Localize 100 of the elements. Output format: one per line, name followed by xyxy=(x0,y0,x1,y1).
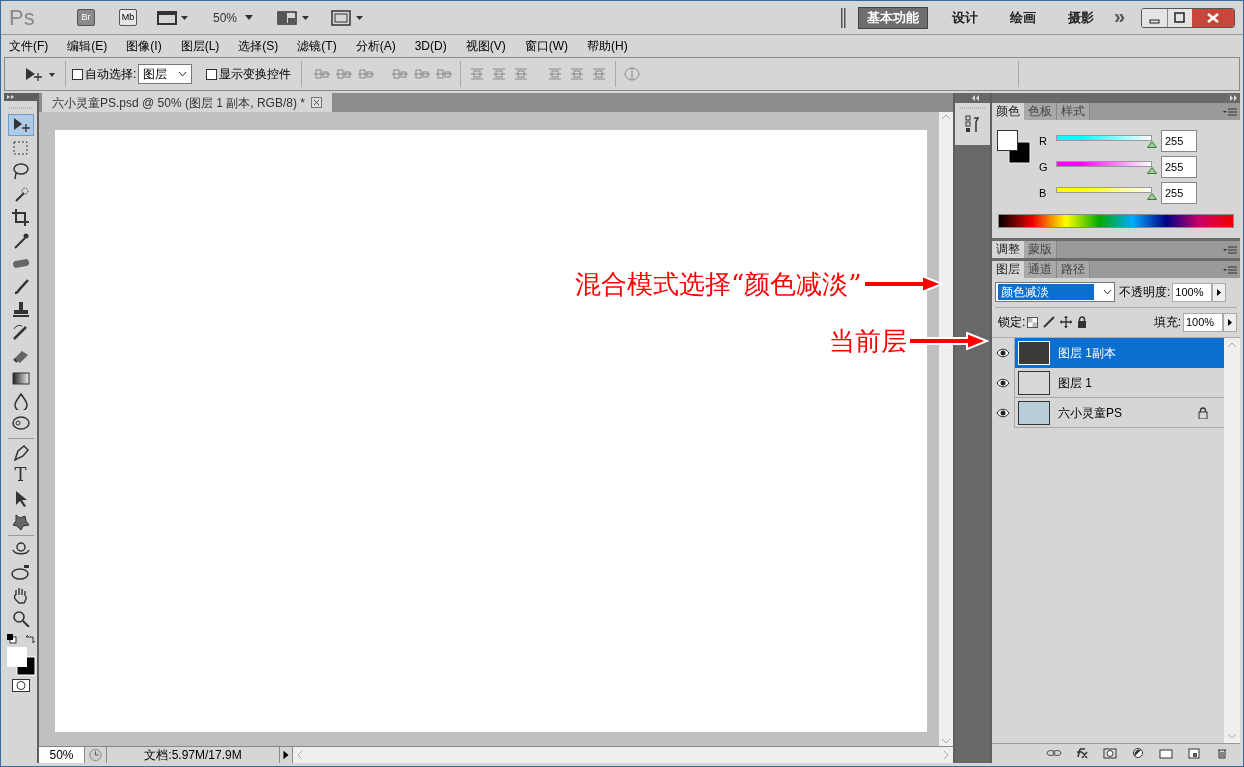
channel-value-field[interactable]: 255 xyxy=(1161,182,1197,204)
zoom-icon xyxy=(10,609,31,627)
color-swatches-icon[interactable] xyxy=(4,646,37,676)
slider-thumb-icon[interactable] xyxy=(1147,167,1157,174)
lock-icon[interactable] xyxy=(1077,316,1088,328)
workspace-button[interactable]: 基本功能 xyxy=(857,6,928,29)
menu-item[interactable]: 帮助(H) xyxy=(585,37,630,55)
layer-row[interactable]: 图层 1 xyxy=(1015,367,1224,398)
annotation-text: 当前层 xyxy=(829,328,907,354)
layer-row[interactable]: 图层 1副本 xyxy=(1015,337,1224,368)
crop-icon xyxy=(10,208,31,226)
screen-mode-dropdown-icon[interactable] xyxy=(331,9,366,26)
slider-track[interactable] xyxy=(1056,161,1152,167)
grip-icon xyxy=(840,7,846,28)
slider-popup-icon[interactable] xyxy=(1223,312,1237,332)
target-dropdown[interactable]: 图层 xyxy=(138,64,193,84)
opacity-field[interactable]: 100% xyxy=(1172,282,1213,302)
checkbox[interactable] xyxy=(72,68,83,80)
default-colors-icon[interactable] xyxy=(6,634,17,644)
opacity-label: 不透明度: xyxy=(1119,284,1171,301)
menu-item[interactable]: 分析(A) xyxy=(353,37,398,55)
panel-tab[interactable]: 路径 xyxy=(1057,261,1090,278)
maximize-icon[interactable] xyxy=(1167,8,1192,27)
layout-dropdown-icon[interactable] xyxy=(277,9,312,26)
zoom-field[interactable]: 50% xyxy=(39,747,85,763)
panel-tab[interactable]: 调整 xyxy=(992,241,1024,258)
show-transform-label: 显示变换控件 xyxy=(219,66,292,83)
scroll-right-icon xyxy=(944,751,949,759)
panel-tab[interactable]: 色板 xyxy=(1024,103,1057,120)
transparency-lock-icon[interactable] xyxy=(1027,316,1039,328)
layer-name: 六小灵童PS xyxy=(1058,404,1123,422)
document-size: 文档:5.97M/17.9M xyxy=(143,747,243,763)
type-tool-button[interactable]: T xyxy=(7,464,34,486)
new-layer-icon[interactable] xyxy=(1186,748,1202,759)
menu-item[interactable]: 视图(V) xyxy=(463,37,508,55)
minimize-icon[interactable] xyxy=(1142,8,1167,27)
tool-button[interactable] xyxy=(7,114,34,136)
fill-field[interactable]: 100% xyxy=(1183,312,1223,332)
menu-item[interactable]: 文件(F) xyxy=(7,37,51,55)
history-panel-icon[interactable] xyxy=(964,115,981,133)
channel-value-field[interactable]: 255 xyxy=(1161,130,1197,152)
swap-colors-icon[interactable] xyxy=(24,634,35,644)
menu-item[interactable]: 选择(S) xyxy=(236,37,281,55)
eye-icon xyxy=(996,407,1010,418)
menu-item[interactable]: 滤镜(T) xyxy=(295,37,339,55)
channel-label: R xyxy=(1039,133,1048,149)
film-frame-dropdown-icon[interactable] xyxy=(157,9,189,26)
color-spectrum-bar[interactable] xyxy=(998,214,1234,228)
layer-row[interactable]: 六小灵童PS xyxy=(1015,397,1224,428)
chevron-down-icon xyxy=(178,71,188,77)
mask-icon[interactable] xyxy=(1102,748,1118,759)
auto-select-label: 自动选择: xyxy=(85,66,137,83)
fx-icon[interactable] xyxy=(1074,748,1090,759)
expand-panel-icon[interactable] xyxy=(4,93,37,101)
panel-tab[interactable]: 通道 xyxy=(1024,261,1057,278)
lasso-icon xyxy=(10,162,31,180)
slider-thumb-icon[interactable] xyxy=(1147,141,1157,148)
panel-tab[interactable]: 蒙版 xyxy=(1024,241,1057,258)
panel-tab[interactable]: 图层 xyxy=(992,261,1024,278)
panel-tab[interactable]: 颜色 xyxy=(992,103,1024,120)
annotation-text: 混合模式选择“颜色减淡” xyxy=(575,271,862,297)
scroll-down-icon xyxy=(1228,734,1236,739)
link-icon[interactable] xyxy=(1046,748,1062,759)
close-icon[interactable] xyxy=(310,97,322,108)
quick-mask-icon[interactable] xyxy=(11,679,30,692)
document-tab[interactable]: 六小灵童PS.psd @ 50% (图层 1 副本, RGB/8) * xyxy=(42,93,332,112)
horizontal-scrollbar[interactable] xyxy=(293,747,953,763)
checkbox[interactable] xyxy=(206,68,218,80)
brush-icon[interactable] xyxy=(1043,316,1056,328)
slider-thumb-icon[interactable] xyxy=(1147,193,1157,200)
move-tool-preset-icon[interactable] xyxy=(23,66,57,82)
folder-icon[interactable] xyxy=(1158,748,1174,759)
more-workspaces-button[interactable]: » xyxy=(1113,5,1125,26)
visibility-toggle[interactable] xyxy=(992,337,1015,368)
workspace-button[interactable]: 设计 xyxy=(943,6,986,29)
slider-track[interactable] xyxy=(1056,187,1152,193)
vertical-scrollbar[interactable] xyxy=(939,112,953,746)
scroll-left-icon xyxy=(297,751,302,759)
menu-item[interactable]: 3D(D) xyxy=(412,37,449,55)
vertical-scrollbar[interactable] xyxy=(1224,338,1240,743)
close-icon[interactable] xyxy=(1192,8,1234,27)
menu-item[interactable]: 编辑(E) xyxy=(65,37,110,55)
panel-tab[interactable]: 样式 xyxy=(1057,103,1090,120)
menu-item[interactable]: 窗口(W) xyxy=(522,37,570,55)
marquee-icon xyxy=(10,139,31,157)
move-arrows-icon[interactable] xyxy=(1060,316,1073,328)
slider-popup-icon[interactable] xyxy=(1212,282,1227,302)
zoom-dropdown[interactable]: 50% xyxy=(213,8,254,27)
adjustment-layer-icon[interactable] xyxy=(1130,748,1146,759)
dodge-icon xyxy=(10,415,31,433)
workspace-button[interactable]: 摄影 xyxy=(1059,6,1102,29)
menu-item[interactable]: 图像(I) xyxy=(124,37,164,55)
mini-bridge-button[interactable]: Mb xyxy=(119,9,137,26)
channel-label: G xyxy=(1039,159,1049,175)
workspace-button[interactable]: 绘画 xyxy=(1001,6,1044,29)
slider-track[interactable] xyxy=(1056,135,1152,141)
foreground-background-swatch-icon[interactable] xyxy=(997,130,1031,164)
channel-value-field[interactable]: 255 xyxy=(1161,156,1197,178)
menu-item[interactable]: 图层(L) xyxy=(178,37,222,55)
blend-mode-dropdown[interactable]: 颜色减淡 xyxy=(995,282,1115,302)
